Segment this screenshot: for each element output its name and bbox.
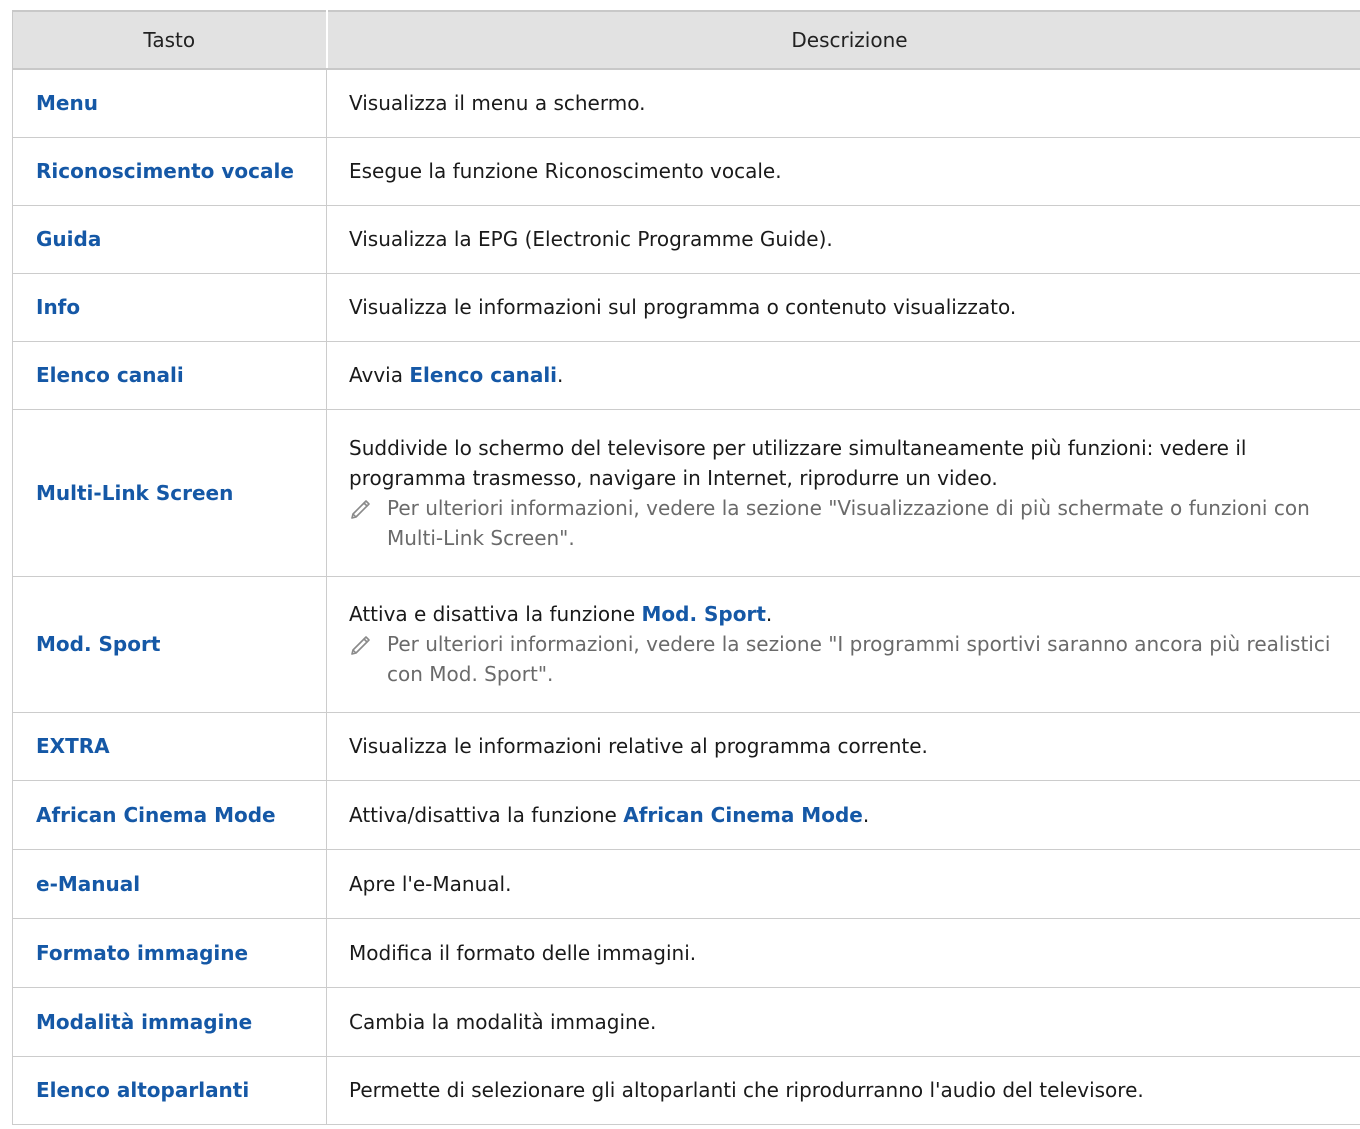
description-text: .: [557, 363, 564, 387]
key-cell: Mod. Sport: [12, 576, 327, 713]
key-cell: Menu: [12, 69, 327, 138]
description-cell: Visualizza le informazioni relative al p…: [326, 712, 1360, 781]
key-cell: Info: [12, 273, 327, 342]
description-highlight: African Cinema Mode: [623, 802, 863, 827]
description-text: .: [862, 802, 870, 827]
description-cell: Visualizza il menu a schermo.: [326, 69, 1360, 138]
description-line: Attiva e disattiva la funzione Mod. Spor…: [349, 599, 1355, 629]
note-text: Per ulteriori informazioni, vedere la se…: [387, 632, 1331, 686]
header-row: Tasto Descrizione: [12, 10, 1360, 70]
pencil-icon: [351, 499, 370, 519]
table-row: Elenco canali Avvia Elenco canali.: [12, 341, 1360, 410]
description-cell: Esegue la funzione Riconoscimento vocale…: [326, 137, 1360, 206]
key-cell: Modalità immagine: [12, 987, 327, 1057]
key-cell: Elenco altoparlanti: [12, 1056, 327, 1125]
description-cell: Modifica il formato delle immagini.: [326, 918, 1360, 988]
description-text: Avvia: [349, 363, 410, 387]
keys-table: Tasto Descrizione Menu Visualizza il men…: [12, 10, 1360, 1125]
table-row: Mod. Sport Attiva e disattiva la funzion…: [12, 576, 1360, 713]
description-text: Attiva/disattiva la funzione: [349, 802, 624, 827]
table-row: EXTRA Visualizza le informazioni relativ…: [12, 712, 1360, 781]
key-cell: e-Manual: [12, 849, 327, 919]
note-text: Per ulteriori informazioni, vedere la se…: [387, 495, 1310, 550]
key-cell: Multi-Link Screen: [12, 409, 327, 577]
table-row: Modalità immagine Cambia la modalità imm…: [12, 987, 1360, 1057]
pencil-icon: [351, 636, 370, 655]
table-row: Guida Visualizza la EPG (Electronic Prog…: [12, 205, 1360, 274]
table-body: Menu Visualizza il menu a schermo. Ricon…: [12, 69, 1360, 1125]
key-cell: African Cinema Mode: [12, 780, 327, 850]
header-description: Descrizione: [326, 10, 1360, 70]
table-header: Tasto Descrizione: [12, 10, 1360, 70]
description-text: Attiva e disattiva la funzione: [349, 602, 642, 626]
description-cell: Apre l'e-Manual.: [326, 849, 1360, 919]
key-cell: Formato immagine: [12, 918, 327, 988]
description-cell: Cambia la modalità immagine.: [326, 987, 1360, 1057]
table-row: Elenco altoparlanti Permette di selezion…: [12, 1056, 1360, 1125]
key-cell: Elenco canali: [12, 341, 327, 410]
key-cell: Riconoscimento vocale: [12, 137, 327, 206]
key-cell: Guida: [12, 205, 327, 274]
table-row: Multi-Link Screen Suddivide lo schermo d…: [12, 409, 1360, 577]
key-cell: EXTRA: [12, 712, 327, 781]
table-row: Riconoscimento vocale Esegue la funzione…: [12, 137, 1360, 206]
description-cell: Suddivide lo schermo del televisore per …: [326, 409, 1360, 577]
description-highlight: Elenco canali: [409, 363, 558, 387]
description-cell: Attiva/disattiva la funzione African Cin…: [326, 780, 1360, 850]
description-text: Suddivide lo schermo del televisore per …: [349, 435, 1247, 490]
description-cell: Attiva e disattiva la funzione Mod. Spor…: [326, 576, 1360, 713]
table-row: e-Manual Apre l'e-Manual.: [12, 849, 1360, 919]
description-cell: Permette di selezionare gli altoparlanti…: [326, 1056, 1360, 1125]
description-text: .: [765, 602, 773, 626]
description-highlight: Mod. Sport: [641, 602, 766, 626]
note: Per ulteriori informazioni, vedere la se…: [349, 629, 1355, 689]
header-key: Tasto: [12, 10, 328, 70]
table-row: Menu Visualizza il menu a schermo.: [12, 69, 1360, 138]
description-cell: Visualizza le informazioni sul programma…: [326, 273, 1360, 342]
description-cell: Visualizza la EPG (Electronic Programme …: [326, 205, 1360, 274]
note: Per ulteriori informazioni, vedere la se…: [349, 493, 1355, 553]
table-row: Info Visualizza le informazioni sul prog…: [12, 273, 1360, 342]
table-row: Formato immagine Modifica il formato del…: [12, 918, 1360, 988]
table-row: African Cinema Mode Attiva/disattiva la …: [12, 780, 1360, 850]
description-cell: Avvia Elenco canali.: [326, 341, 1360, 410]
